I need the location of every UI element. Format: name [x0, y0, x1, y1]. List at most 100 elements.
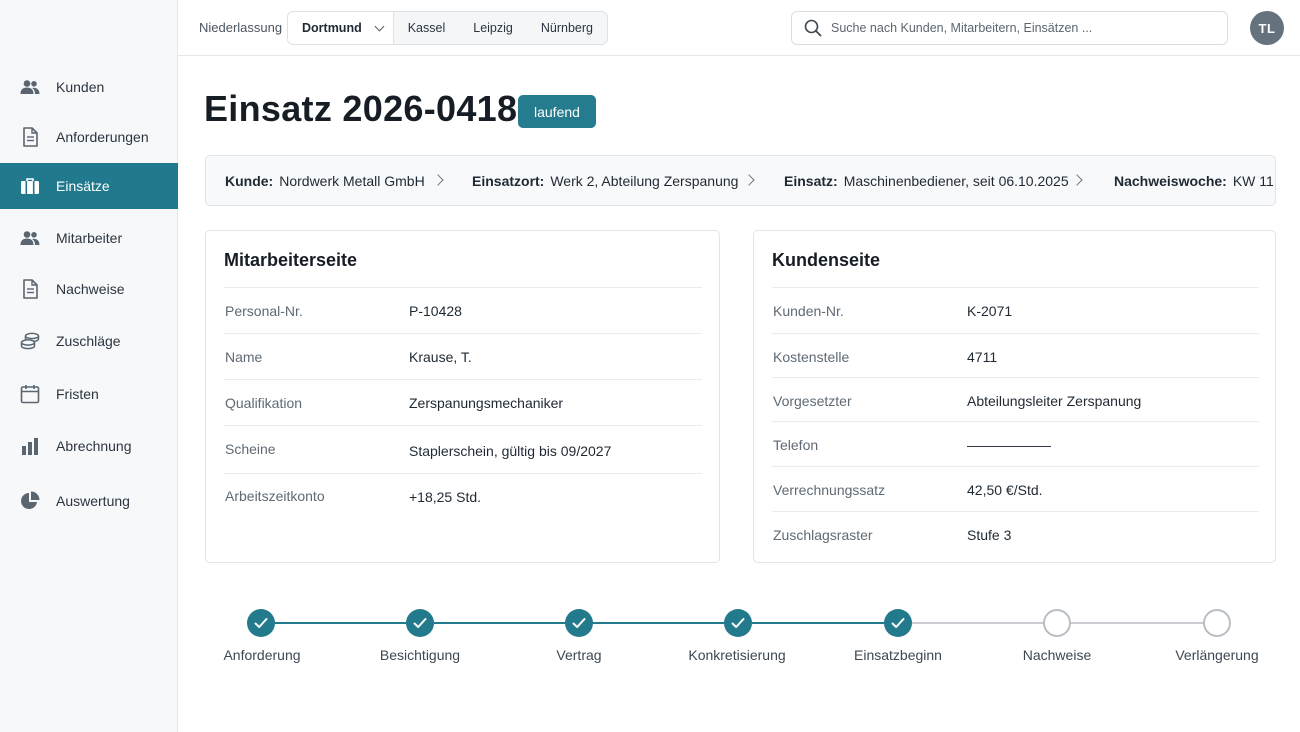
- detail-key: Scheine: [225, 441, 276, 457]
- detail-key: Telefon: [773, 437, 819, 453]
- detail-value: Zerspanungsmechaniker: [409, 395, 564, 411]
- detail-key: Name: [225, 349, 263, 365]
- avatar[interactable]: TL: [1250, 11, 1284, 45]
- detail-value: Stufe 3: [967, 527, 1012, 543]
- step-label: Besichtigung: [379, 647, 461, 663]
- breadcrumb-value: Werk 2, Abteilung Zerspanung: [550, 173, 739, 189]
- sidebar-item-label: Fristen: [56, 386, 99, 402]
- detail-value: Abteilungsleiter Zerspanung: [967, 393, 1142, 409]
- sidebar-item-label: Auswertung: [56, 493, 130, 509]
- sidebar: Kunden Anforderungen Einsätze Mitarbeite…: [0, 56, 178, 732]
- sidebar-item-label: Abrechnung: [56, 438, 132, 454]
- users-icon: [20, 77, 40, 97]
- sidebar-item-nachweise[interactable]: Nachweise: [0, 266, 178, 312]
- search-input[interactable]: [831, 21, 1211, 35]
- step-label: Nachweise: [1022, 647, 1092, 663]
- branch-nuernberg[interactable]: Nürnberg: [527, 12, 607, 44]
- breadcrumb-location[interactable]: Einsatzort: Werk 2, Abteilung Zerspanung: [472, 173, 738, 189]
- step-connector: [434, 622, 566, 624]
- sidebar-item-kunden[interactable]: Kunden: [0, 64, 178, 110]
- sidebar-item-abrechnung[interactable]: Abrechnung: [0, 423, 178, 469]
- breadcrumb-value: KW 11: [1232, 173, 1274, 189]
- sidebar-item-auswertung[interactable]: Auswertung: [0, 478, 178, 524]
- detail-key: Zuschlagsraster: [773, 527, 873, 543]
- detail-key: Kunden-Nr.: [773, 303, 844, 319]
- card-title: Kundenseite: [772, 250, 881, 270]
- sidebar-item-fristen[interactable]: Fristen: [0, 371, 178, 417]
- check-icon: [572, 618, 586, 628]
- detail-value: ——————: [967, 437, 1051, 453]
- step-nachweise[interactable]: [1043, 609, 1071, 637]
- status-badge: laufend: [518, 95, 596, 128]
- sidebar-item-label: Nachweise: [56, 281, 125, 297]
- step-connector: [911, 622, 1044, 624]
- branch-label: Niederlassung: [199, 20, 283, 35]
- branch-switcher: Dortmund Kassel Leipzig Nürnberg: [287, 11, 608, 45]
- detail-key: Vorgesetzter: [773, 393, 852, 409]
- check-icon: [413, 618, 427, 628]
- detail-key: Qualifikation: [225, 395, 303, 411]
- step-besichtigung[interactable]: [406, 609, 434, 637]
- sidebar-item-label: Einsätze: [56, 178, 110, 194]
- detail-key: Kostenstelle: [773, 349, 850, 365]
- users-icon: [20, 228, 40, 248]
- top-bar: Niederlassung Dortmund Kassel Leipzig Nü…: [0, 0, 1300, 56]
- step-label: Verlängerung: [1175, 647, 1259, 663]
- breadcrumb-customer[interactable]: Kunde: Nordwerk Metall GmbH: [225, 173, 425, 189]
- detail-row: Telefon ——————: [772, 421, 1259, 466]
- branch-leipzig[interactable]: Leipzig: [459, 12, 527, 44]
- step-vertrag[interactable]: [565, 609, 593, 637]
- page-title: Einsatz 2026-0418: [204, 88, 518, 129]
- detail-value: 42,50 €/Std.: [967, 482, 1043, 498]
- sidebar-item-zuschlaege[interactable]: Zuschläge: [0, 318, 178, 364]
- breadcrumb-assignment[interactable]: Einsatz: Maschinenbediener, seit 06.10.20…: [784, 173, 1069, 189]
- detail-row: Vorgesetzter Abteilungsleiter Zerspanung: [772, 377, 1259, 422]
- breadcrumb-week[interactable]: Nachweiswoche: KW 11: [1114, 173, 1274, 189]
- check-icon: [731, 618, 745, 628]
- detail-value: 4711: [967, 349, 998, 365]
- sidebar-item-label: Mitarbeiter: [56, 230, 123, 246]
- branch-kassel[interactable]: Kassel: [394, 12, 460, 44]
- detail-row: Personal-Nr. P-10428: [224, 287, 702, 332]
- detail-key: Arbeitszeitkonto: [225, 488, 325, 504]
- coins-icon: [20, 331, 40, 351]
- card-title: Mitarbeiterseite: [224, 250, 358, 270]
- sidebar-item-label: Zuschläge: [56, 333, 121, 349]
- detail-value: Staplerschein, gültig bis 09/2027: [409, 443, 612, 459]
- detail-row: Kunden-Nr. K-2071: [772, 287, 1259, 332]
- pie-chart-icon: [20, 491, 40, 511]
- breadcrumb: Kunde: Nordwerk Metall GmbH Einsatzort: We…: [205, 155, 1276, 206]
- step-verlaengerung[interactable]: [1203, 609, 1231, 637]
- step-anforderung[interactable]: [247, 609, 275, 637]
- detail-value: +18,25 Std.: [409, 489, 482, 505]
- detail-row: Kostenstelle 4711: [772, 333, 1259, 378]
- detail-row: Name Krause, T.: [224, 333, 702, 378]
- chevron-right-icon: [432, 174, 444, 186]
- document-icon: [20, 279, 40, 299]
- step-connector: [752, 622, 885, 624]
- customer-card: Kundenseite Kunden-Nr. K-2071 Kostenstell…: [753, 230, 1276, 563]
- sidebar-item-anforderungen[interactable]: Anforderungen: [0, 114, 178, 160]
- detail-row: Verrechnungssatz 42,50 €/Std.: [772, 466, 1259, 511]
- step-connector: [592, 622, 726, 624]
- detail-value: K-2071: [967, 303, 1013, 319]
- detail-value: P-10428: [409, 303, 462, 319]
- sidebar-item-mitarbeiter[interactable]: Mitarbeiter: [0, 215, 178, 261]
- search-box: [791, 11, 1228, 45]
- detail-key: Verrechnungssatz: [773, 482, 886, 498]
- step-einsatzbeginn[interactable]: [884, 609, 912, 637]
- step-konkretisierung[interactable]: [724, 609, 752, 637]
- check-icon: [254, 618, 268, 628]
- breadcrumb-value: Nordwerk Metall GmbH: [279, 173, 425, 189]
- detail-row: Zuschlagsraster Stufe 3: [772, 511, 1259, 556]
- sidebar-header-area: [0, 0, 178, 56]
- step-label: Einsatzbeginn: [854, 647, 942, 663]
- step-label: Vertrag: [556, 647, 602, 663]
- step-connector: [275, 622, 408, 624]
- detail-key: Personal-Nr.: [225, 303, 303, 319]
- sidebar-item-einsaetze[interactable]: Einsätze: [0, 163, 178, 209]
- branch-dropdown-dortmund[interactable]: Dortmund: [288, 12, 394, 44]
- step-label: Anforderung: [223, 647, 301, 663]
- breadcrumb-key: Einsatz:: [784, 173, 838, 189]
- detail-value: Krause, T.: [409, 349, 472, 365]
